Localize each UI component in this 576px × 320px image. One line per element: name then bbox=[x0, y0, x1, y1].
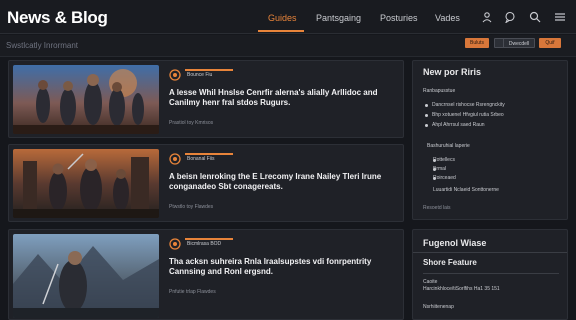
sidebar-heading: New por Riris bbox=[423, 67, 482, 77]
sidebar-panel: Fugenol Wiase Shore Feature Caoite Harci… bbox=[412, 229, 568, 320]
nav-item-guides[interactable]: Guides bbox=[268, 13, 297, 23]
category-badge-icon bbox=[169, 153, 181, 165]
article-card[interactable]: Bounce Fiu A lesse Whil Hnslse Cenrfir a… bbox=[8, 60, 404, 138]
nav-item-2[interactable]: Pantsgaing bbox=[316, 13, 361, 23]
site-logo[interactable]: News & Blog bbox=[7, 8, 108, 28]
menu-icon[interactable] bbox=[554, 11, 566, 23]
article-title[interactable]: A lesse Whil Hnslse Cenrfir alerna's ali… bbox=[169, 88, 399, 108]
filter-chip-2[interactable]: Dwecdell bbox=[503, 38, 535, 48]
category-accent-bar bbox=[185, 153, 233, 155]
article-meta: Prastiol toy Kmrisos bbox=[169, 120, 214, 126]
bullet-icon bbox=[425, 124, 428, 127]
nav-item-4[interactable]: Vades bbox=[435, 13, 460, 23]
article-card[interactable]: Bonanal Fiis A beisn lenroking the E Lre… bbox=[8, 144, 404, 222]
search-icon[interactable] bbox=[529, 11, 541, 23]
article-title[interactable]: A beisn lenroking the E Lrecomy Irane Na… bbox=[169, 172, 399, 192]
sidebar-heading: Fugenol Wiase bbox=[423, 238, 487, 248]
article-thumbnail[interactable] bbox=[13, 65, 159, 134]
sidebar-note: Luuartidi Nclaeid Sonttonerne bbox=[433, 187, 499, 193]
article-thumbnail[interactable] bbox=[13, 149, 159, 218]
sidebar-sub-intro: Bashuruhial laperie bbox=[427, 143, 470, 149]
sidebar-row-text[interactable]: Harcinkhloce/tiSorlfihs Ha1 35 151 bbox=[423, 286, 500, 292]
article-title[interactable]: Tha acksn suhreira Rnla lraalsupstes vdi… bbox=[169, 257, 399, 277]
nav-item-3[interactable]: Posturies bbox=[380, 13, 418, 23]
sidebar-subheading: Shore Feature bbox=[423, 258, 477, 267]
article-thumbnail[interactable] bbox=[13, 234, 159, 318]
active-nav-indicator bbox=[258, 30, 304, 32]
sidebar-bullet[interactable]: Bhp xotuenel Hfvgiul rutia Srbeo bbox=[432, 112, 504, 118]
category-accent-bar bbox=[185, 238, 233, 240]
bullet-icon bbox=[425, 114, 428, 117]
category-label: Bicmlrasa BOD bbox=[187, 241, 222, 247]
sub-header-bar bbox=[0, 35, 576, 57]
category-badge-icon bbox=[169, 69, 181, 81]
sidebar-intro: Ranbapusstue bbox=[423, 88, 456, 94]
chat-icon[interactable] bbox=[504, 11, 516, 23]
sidebar-list-item[interactable]: Brmal bbox=[433, 166, 446, 172]
sidebar-row-label: Nsrhiitenenap bbox=[423, 304, 454, 310]
article-meta: Pnfutie trlap Flawdes bbox=[169, 289, 216, 295]
bullet-icon bbox=[425, 104, 428, 107]
category-label: Bonanal Fiis bbox=[187, 156, 215, 162]
sidebar-list-item[interactable]: Roirceaed bbox=[433, 175, 456, 181]
sidebar-divider bbox=[423, 273, 559, 274]
sidebar-bullet[interactable]: Dancrnsel rishocse Rsrengnckity bbox=[432, 102, 505, 108]
sidebar-divider bbox=[413, 252, 567, 253]
filter-chip-3[interactable]: Quif bbox=[539, 38, 561, 48]
sidebar-panel: New por Riris Ranbapusstue Dancrnsel ris… bbox=[412, 60, 568, 220]
section-subtitle: Swstlcatly Inrormant bbox=[6, 41, 79, 50]
sidebar-row-label: Caoite bbox=[423, 279, 438, 285]
category-label: Bounce Fiu bbox=[187, 72, 213, 78]
sidebar-footer-link[interactable]: Resoetd lais bbox=[423, 205, 451, 211]
article-card[interactable]: Bicmlrasa BOD Tha acksn suhreira Rnla lr… bbox=[8, 229, 404, 320]
sidebar-bullet[interactable]: Ahpl Ahrrsul saed Raun bbox=[432, 122, 485, 128]
category-accent-bar bbox=[185, 69, 233, 71]
sidebar-list-item[interactable]: Rottellecs bbox=[433, 157, 455, 163]
user-icon[interactable] bbox=[481, 11, 493, 23]
article-meta: Ptwstlo toy Flawdes bbox=[169, 204, 214, 210]
category-badge-icon bbox=[169, 238, 181, 250]
filter-chip-1[interactable]: Buluts bbox=[465, 38, 489, 48]
